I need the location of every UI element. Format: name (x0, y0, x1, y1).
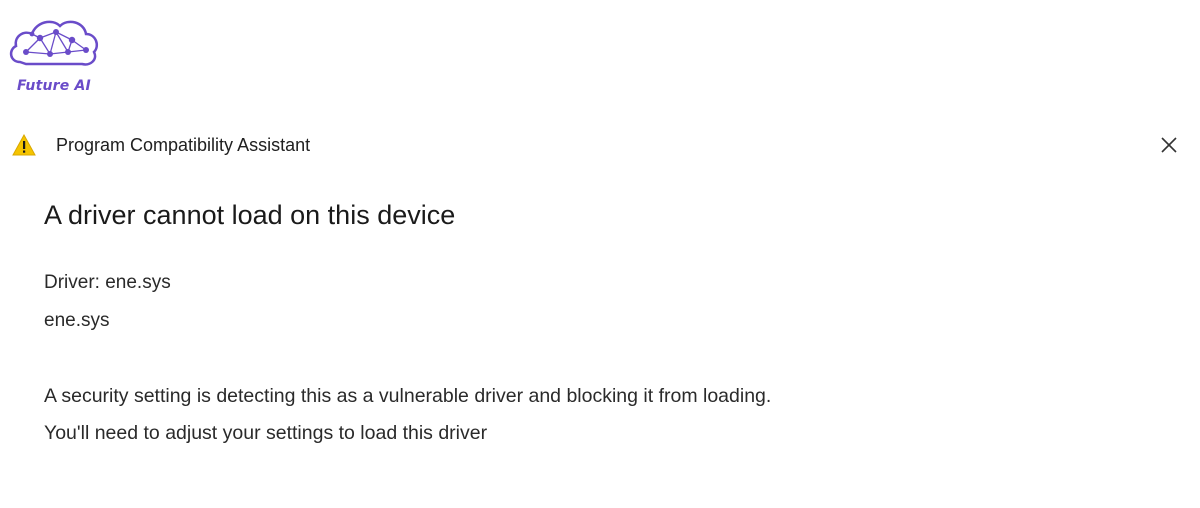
cloud-network-icon (9, 20, 98, 66)
logo-text: Future AI (17, 78, 91, 94)
dialog-window: Future AI Program Compatibility Assistan… (0, 0, 1200, 508)
title-bar: Program Compatibility Assistant (12, 132, 1200, 160)
close-button[interactable] (1158, 134, 1180, 156)
close-icon (1161, 137, 1177, 153)
warning-icon (12, 133, 36, 156)
window-title: Program Compatibility Assistant (56, 135, 311, 155)
dialog-heading: A driver cannot load on this device (44, 200, 456, 230)
driver-file-name: ene.sys (44, 310, 110, 331)
message-line-1: A security setting is detecting this as … (44, 385, 772, 407)
message-line-2: You'll need to adjust your settings to l… (44, 422, 488, 444)
future-ai-logo: Future AI (6, 12, 100, 94)
driver-label: Driver: ene.sys (44, 272, 171, 293)
